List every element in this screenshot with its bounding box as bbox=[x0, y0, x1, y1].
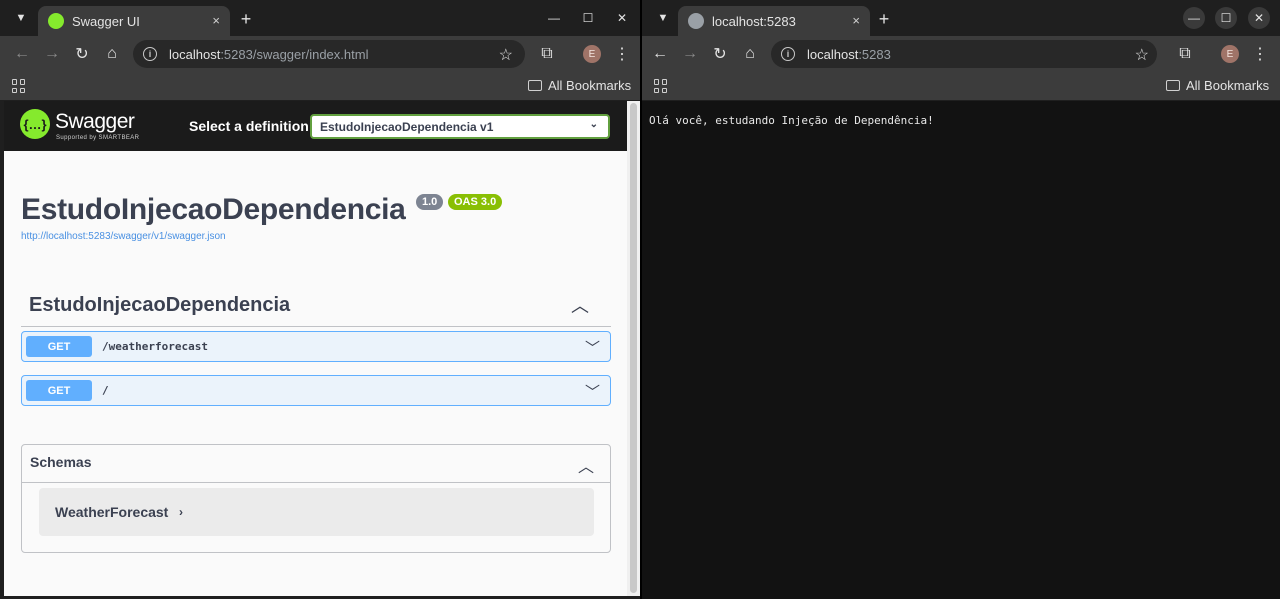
all-bookmarks-label: All Bookmarks bbox=[1186, 78, 1270, 93]
reload-icon[interactable]: ↻ bbox=[71, 43, 93, 65]
tag-section-title[interactable]: EstudoInjecaoDependencia bbox=[29, 294, 290, 317]
schemas-title[interactable]: Schemas bbox=[30, 454, 91, 470]
all-bookmarks-label: All Bookmarks bbox=[548, 78, 632, 93]
menu-icon[interactable]: ⋮ bbox=[611, 43, 633, 65]
avatar[interactable]: E bbox=[1221, 45, 1239, 63]
new-tab-icon[interactable]: + bbox=[873, 8, 895, 30]
swagger-page: {…} Swagger Supported by SMARTBEAR Selec… bbox=[4, 101, 627, 596]
url-path: :5283/swagger/index.html bbox=[220, 46, 369, 62]
tab-swagger-ui[interactable]: Swagger UI × bbox=[38, 6, 230, 36]
url-path: :5283 bbox=[858, 46, 891, 62]
url-host: localhost bbox=[169, 46, 221, 62]
back-icon[interactable]: ← bbox=[11, 43, 33, 65]
operation-path: /weatherforecast bbox=[102, 340, 208, 353]
maximize-icon[interactable]: ☐ bbox=[1215, 7, 1237, 29]
swagger-topbar: {…} Swagger Supported by SMARTBEAR Selec… bbox=[4, 101, 627, 151]
tab-search-icon[interactable]: ▼ bbox=[650, 6, 676, 30]
browser-window-right: ▼ localhost:5283 × + — ☐ ✕ ← → ↻ ⌂ i loc… bbox=[642, 0, 1280, 599]
operation-path: / bbox=[102, 384, 109, 397]
globe-icon bbox=[688, 13, 704, 29]
api-title: EstudoInjecaoDependencia bbox=[21, 193, 406, 226]
forward-icon[interactable]: → bbox=[679, 43, 701, 65]
tab-localhost[interactable]: localhost:5283 × bbox=[678, 6, 870, 36]
menu-icon[interactable]: ⋮ bbox=[1249, 43, 1271, 65]
version-badge: 1.0 bbox=[416, 194, 444, 210]
browser-window-left: ▼ Swagger UI × + — ☐ ✕ ← → ↻ ⌂ i localho… bbox=[0, 0, 640, 599]
extensions-icon[interactable]: ⧉ bbox=[1174, 43, 1196, 65]
operation-get-root[interactable]: GET / ﹀ bbox=[21, 375, 611, 406]
apps-icon[interactable] bbox=[654, 79, 668, 93]
maximize-icon[interactable]: ☐ bbox=[577, 7, 599, 29]
home-icon[interactable]: ⌂ bbox=[101, 43, 123, 65]
new-tab-icon[interactable]: + bbox=[235, 8, 257, 30]
toolbar: ← → ↻ ⌂ i localhost:5283 ☆ ⧉ E ⋮ bbox=[642, 36, 1280, 72]
model-name: WeatherForecast bbox=[55, 504, 169, 520]
chevron-down-icon: ﹀ bbox=[584, 340, 600, 357]
swagger-logo-icon[interactable]: {…} bbox=[20, 109, 50, 139]
definition-select[interactable]: EstudoInjecaoDependencia v1 ⌄ bbox=[310, 114, 610, 139]
chevron-up-icon[interactable]: ︿ bbox=[578, 453, 594, 477]
site-info-icon[interactable]: i bbox=[781, 47, 795, 61]
chevron-down-icon: ⌄ bbox=[589, 119, 598, 130]
scrollbar-thumb[interactable] bbox=[630, 103, 637, 593]
address-bar[interactable]: i localhost:5283/swagger/index.html ☆ bbox=[133, 40, 525, 68]
oas-badge: OAS 3.0 bbox=[448, 194, 503, 210]
all-bookmarks-button[interactable]: All Bookmarks bbox=[1166, 78, 1269, 93]
chevron-right-icon: › bbox=[179, 505, 183, 519]
bookmark-star-icon[interactable]: ☆ bbox=[1135, 45, 1149, 65]
back-icon[interactable]: ← bbox=[649, 43, 671, 65]
schemas-section: Schemas ︿ WeatherForecast › bbox=[21, 444, 611, 553]
tab-close-icon[interactable]: × bbox=[852, 13, 860, 28]
definition-select-value: EstudoInjecaoDependencia v1 bbox=[320, 119, 494, 134]
all-bookmarks-button[interactable]: All Bookmarks bbox=[528, 78, 631, 93]
chevron-up-icon[interactable]: ︿ bbox=[571, 292, 589, 318]
chevron-down-icon: ﹀ bbox=[584, 384, 600, 401]
minimize-icon[interactable]: — bbox=[1183, 7, 1205, 29]
close-window-icon[interactable]: ✕ bbox=[1248, 7, 1270, 29]
minimize-icon[interactable]: — bbox=[543, 7, 565, 29]
reload-icon[interactable]: ↻ bbox=[709, 43, 731, 65]
folder-icon bbox=[528, 80, 542, 91]
tab-close-icon[interactable]: × bbox=[212, 13, 220, 28]
plain-text-page: Olá você, estudando Injeção de Dependênc… bbox=[642, 101, 1280, 599]
toolbar: ← → ↻ ⌂ i localhost:5283/swagger/index.h… bbox=[0, 36, 640, 72]
bookmark-star-icon[interactable]: ☆ bbox=[499, 45, 513, 65]
method-badge: GET bbox=[26, 380, 92, 401]
response-text: Olá você, estudando Injeção de Dependênc… bbox=[649, 114, 934, 127]
swagger-favicon-icon bbox=[48, 13, 64, 29]
method-badge: GET bbox=[26, 336, 92, 357]
site-info-icon[interactable]: i bbox=[143, 47, 157, 61]
divider bbox=[21, 326, 611, 327]
avatar[interactable]: E bbox=[583, 45, 601, 63]
operation-get-weatherforecast[interactable]: GET /weatherforecast ﹀ bbox=[21, 331, 611, 362]
url-host: localhost bbox=[807, 46, 859, 62]
extensions-icon[interactable]: ⧉ bbox=[536, 43, 558, 65]
swagger-brand: Swagger bbox=[55, 110, 135, 133]
bookmarks-bar: All Bookmarks bbox=[0, 72, 640, 100]
tab-search-icon[interactable]: ▼ bbox=[8, 6, 34, 30]
tab-strip: ▼ Swagger UI × + — ☐ ✕ bbox=[0, 0, 640, 36]
bookmarks-bar: All Bookmarks bbox=[642, 72, 1280, 100]
tab-title: localhost:5283 bbox=[712, 13, 796, 29]
swagger-brand-sub: Supported by SMARTBEAR bbox=[56, 135, 140, 141]
model-weatherforecast[interactable]: WeatherForecast › bbox=[39, 488, 594, 536]
apps-icon[interactable] bbox=[12, 79, 26, 93]
home-icon[interactable]: ⌂ bbox=[739, 43, 761, 65]
select-definition-label: Select a definition bbox=[189, 118, 309, 134]
forward-icon[interactable]: → bbox=[41, 43, 63, 65]
tab-title: Swagger UI bbox=[72, 13, 140, 29]
address-bar[interactable]: i localhost:5283 ☆ bbox=[771, 40, 1157, 68]
folder-icon bbox=[1166, 80, 1180, 91]
spec-url-link[interactable]: http://localhost:5283/swagger/v1/swagger… bbox=[21, 231, 226, 242]
close-window-icon[interactable]: ✕ bbox=[611, 7, 633, 29]
divider bbox=[22, 482, 610, 483]
tab-strip: ▼ localhost:5283 × + — ☐ ✕ bbox=[642, 0, 1280, 36]
